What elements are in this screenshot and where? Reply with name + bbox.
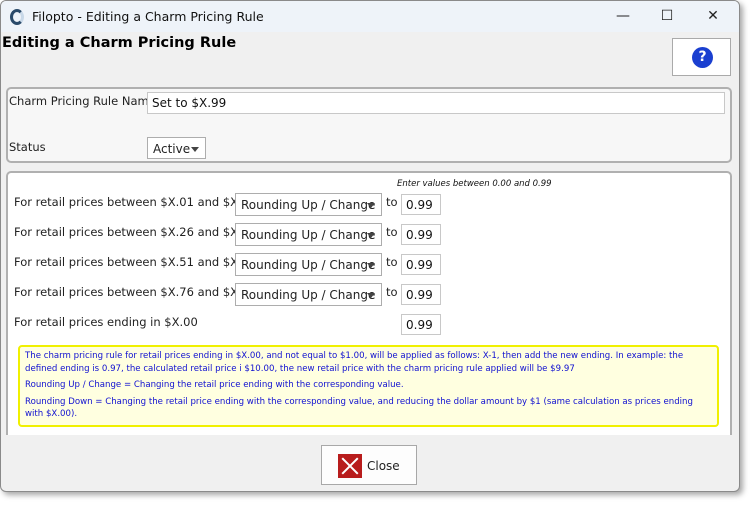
close-x-icon bbox=[338, 454, 362, 478]
note-text: Rounding Up / Change = Changing the reta… bbox=[25, 380, 404, 390]
range-mode-select[interactable]: Rounding Up / Change bbox=[235, 253, 382, 276]
window-title: Filopto - Editing a Charm Pricing Rule bbox=[32, 9, 264, 24]
range-value-input[interactable]: 0.99 bbox=[401, 224, 441, 245]
mode-value: Rounding Up / Change bbox=[241, 258, 376, 272]
close-button-label: Close bbox=[367, 459, 400, 473]
status-value: Active bbox=[153, 142, 191, 156]
chevron-down-icon bbox=[367, 263, 375, 268]
values-hint: Enter values between 0.00 and 0.99 bbox=[397, 179, 552, 189]
range-label: For retail prices between $X.26 and $X.5… bbox=[14, 225, 257, 239]
to-label: to bbox=[386, 195, 398, 209]
mode-value: Rounding Up / Change bbox=[241, 288, 376, 302]
range-value-input[interactable]: 0.99 bbox=[401, 284, 441, 305]
rule-name-input[interactable]: Set to $X.99 bbox=[147, 92, 725, 114]
range-value-input[interactable]: 0.99 bbox=[401, 254, 441, 275]
mode-value: Rounding Up / Change bbox=[241, 228, 376, 242]
range-label: For retail prices between $X.76 and $X.9… bbox=[14, 285, 257, 299]
chevron-down-icon bbox=[367, 293, 375, 298]
chevron-down-icon bbox=[367, 233, 375, 238]
range-label: For retail prices between $X.01 and $X.2… bbox=[14, 195, 257, 209]
to-label: to bbox=[386, 225, 398, 239]
range-label: For retail prices ending in $X.00 bbox=[14, 315, 198, 329]
info-note: The charm pricing rule for retail prices… bbox=[18, 345, 719, 427]
range-label: For retail prices between $X.51 and $X.7… bbox=[14, 255, 257, 269]
minimize-button[interactable]: — bbox=[600, 1, 646, 32]
page-title: Editing a Charm Pricing Rule bbox=[2, 35, 237, 51]
rule-name-label: Charm Pricing Rule Name bbox=[9, 94, 156, 108]
title-bar: Filopto - Editing a Charm Pricing Rule —… bbox=[1, 1, 739, 32]
status-label: Status bbox=[9, 140, 46, 154]
to-label: to bbox=[386, 255, 398, 269]
note-text: The charm pricing rule for retail prices… bbox=[25, 351, 684, 374]
range-mode-select[interactable]: Rounding Up / Change bbox=[235, 283, 382, 306]
note-text: Rounding Down = Changing the retail pric… bbox=[25, 396, 693, 420]
maximize-button[interactable]: ☐ bbox=[644, 1, 690, 32]
close-button[interactable]: Close bbox=[321, 445, 417, 485]
question-icon: ? bbox=[692, 47, 713, 68]
mode-value: Rounding Up / Change bbox=[241, 198, 376, 212]
range-value-input[interactable]: 0.99 bbox=[401, 194, 441, 215]
status-select[interactable]: Active bbox=[147, 137, 206, 159]
dialog-window: Filopto - Editing a Charm Pricing Rule —… bbox=[0, 0, 740, 492]
app-icon bbox=[10, 9, 24, 25]
to-label: to bbox=[386, 285, 398, 299]
window-close-button[interactable]: ✕ bbox=[690, 1, 736, 32]
chevron-down-icon bbox=[367, 203, 375, 208]
help-button[interactable]: ? bbox=[672, 38, 731, 76]
chevron-down-icon bbox=[191, 147, 199, 152]
range-mode-select[interactable]: Rounding Up / Change bbox=[235, 223, 382, 246]
range-mode-select[interactable]: Rounding Up / Change bbox=[235, 193, 382, 216]
ending-value-input[interactable]: 0.99 bbox=[401, 314, 441, 335]
